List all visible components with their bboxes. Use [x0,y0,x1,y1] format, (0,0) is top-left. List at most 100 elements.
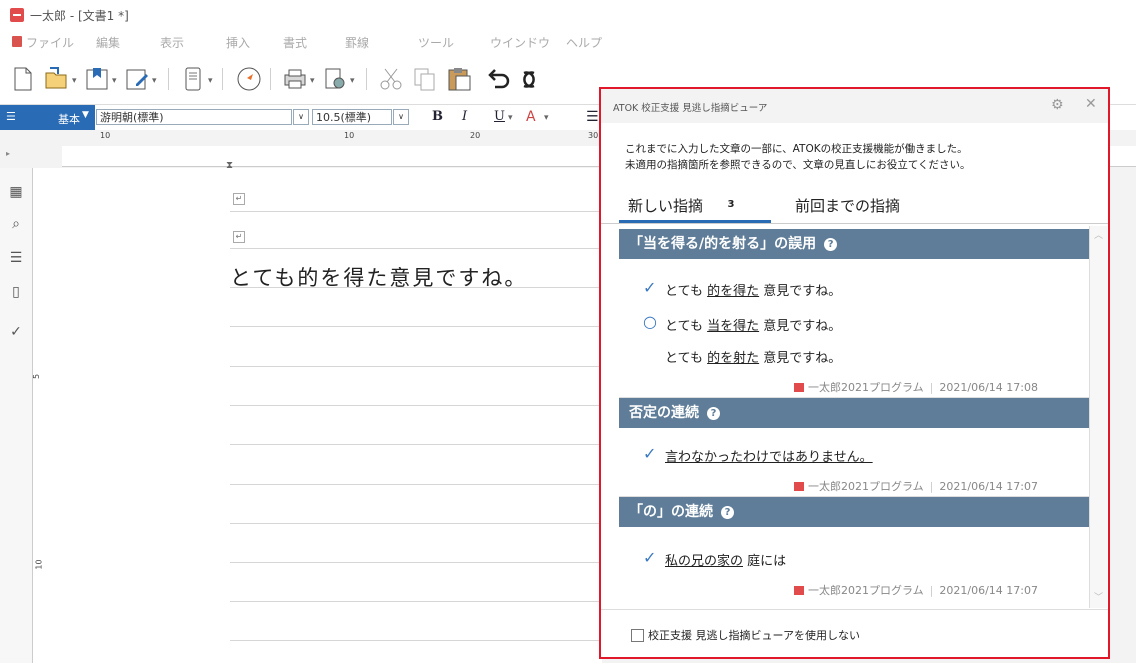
font-dropdown-button[interactable]: ∨ [293,109,309,125]
menu-format[interactable]: 書式 [283,34,307,51]
section-title: 否定の連続 [629,405,699,421]
print-settings-dropdown-icon[interactable]: ▾ [350,76,355,86]
menu-window[interactable]: ウインドウ [490,34,550,51]
open-folder-icon[interactable] [44,66,70,92]
disable-viewer-checkbox[interactable] [631,629,644,642]
help-icon[interactable]: ? [721,506,734,519]
paste-icon[interactable] [446,66,472,92]
tab-new-findings[interactable]: 新しい指摘 [628,195,703,216]
new-document-icon[interactable] [10,66,36,92]
menu-edit[interactable]: 編集 [96,34,120,51]
list-icon[interactable]: ☰ [8,250,24,266]
menu-insert[interactable]: 挿入 [226,34,250,51]
copy-icon[interactable] [412,66,438,92]
open-dropdown-icon[interactable]: ▾ [72,76,77,86]
text-line [230,562,602,563]
proofread-check-icon[interactable]: ✓ [8,324,24,340]
menu-tools[interactable]: ツール [418,34,454,51]
disable-viewer-label[interactable]: 校正支援 見逃し指摘ビューアを使用しない [648,627,860,643]
text-pre: とても [665,284,708,299]
clipboard-icon[interactable]: ▯ [8,284,24,300]
save-as-dropdown-icon[interactable]: ▾ [152,76,157,86]
text-pre: とても [665,351,708,366]
print-icon[interactable] [282,66,308,92]
chevron-down-icon: ∨ [398,112,404,121]
underline-button[interactable]: U [494,109,505,124]
page-view-dropdown-icon[interactable]: ▾ [208,76,213,86]
menu-ruled-line[interactable]: 罫線 [345,34,369,51]
grid-view-icon[interactable]: ▦ [8,184,24,200]
section-header[interactable]: 否定の連続? [619,398,1089,428]
style-selector[interactable]: ☰ 基本 ▼ [0,105,95,131]
document-text[interactable]: とても的を得た意見ですね。 [230,262,527,292]
finding-meta: 一太郎2021プログラム | 2021/06/14 17:08 [794,379,1038,395]
text-highlight: 当を得た [707,319,760,334]
menu-lines-icon: ☰ [6,110,16,123]
help-icon[interactable]: ? [707,407,720,420]
menu-help[interactable]: ヘルプ [566,34,602,51]
text-post: 意見ですね。 [759,284,842,299]
scroll-up-icon[interactable]: ︿ [1094,228,1103,241]
print-dropdown-icon[interactable]: ▾ [310,76,315,86]
underline-dropdown-icon[interactable]: ▾ [508,113,513,123]
search-icon[interactable]: ⌕ [8,216,24,232]
navigator-compass-icon[interactable] [236,66,262,92]
scroll-down-icon[interactable]: ﹀ [1094,590,1103,603]
ruler-arrow-icon[interactable]: ▸ [6,149,10,158]
save-dropdown-icon[interactable]: ▾ [112,76,117,86]
section-header[interactable]: 「の」の連続? [619,497,1089,527]
text-color-dropdown-icon[interactable]: ▾ [544,113,549,123]
print-settings-icon[interactable] [322,66,348,92]
section-header[interactable]: 「当を得る/的を射る」の誤用? [619,229,1089,259]
finding-source: 一太郎2021プログラム [808,480,924,493]
suggestion-original[interactable]: 私の兄の家の 庭には [665,550,786,569]
menu-file[interactable]: ファイル [26,34,74,51]
tab-previous-findings[interactable]: 前回までの指摘 [795,195,900,216]
bold-button[interactable]: B [432,109,443,124]
check-icon[interactable]: ✓ [643,548,656,567]
document-page[interactable] [62,168,602,663]
italic-button[interactable]: I [462,109,467,124]
text-post: 庭には [743,554,787,569]
font-size-dropdown-button[interactable]: ∨ [393,109,409,125]
check-icon[interactable]: ✓ [643,278,656,297]
help-icon[interactable]: ? [824,238,838,251]
close-icon[interactable]: ✕ [1085,96,1097,112]
description-line: これまでに入力した文章の一部に、ATOKの校正支援機能が働きました。 [625,143,968,155]
finding-meta: 一太郎2021プログラム | 2021/06/14 17:07 [794,582,1038,598]
redo-icon[interactable] [516,66,542,92]
gear-icon[interactable]: ⚙ [1051,97,1064,113]
count-badge: 3 [718,197,744,213]
text-line [230,405,602,406]
suggestion-original[interactable]: 言わなかったわけではありません。 [665,446,873,465]
ruler-mark: 10 [344,131,355,140]
save-icon[interactable] [84,66,110,92]
menu-view[interactable]: 表示 [160,34,184,51]
suggestion-candidate[interactable]: とても 的を射た 意見ですね。 [665,347,841,366]
check-icon[interactable]: ✓ [643,444,656,463]
panel-description: これまでに入力した文章の一部に、ATOKの校正支援機能が働きました。 未適用の指… [625,141,971,173]
toolbar-divider [222,68,223,90]
font-size-selector[interactable]: 10.5(標準) [312,109,392,125]
text-color-icon[interactable]: A [526,109,536,125]
left-sidebar: ▦ ⌕ ☰ ▯ ✓ [0,168,32,663]
text-line [230,211,602,212]
return-mark-icon: ↵ [233,193,245,205]
circle-icon[interactable]: ○ [643,312,657,331]
save-as-icon[interactable] [124,66,150,92]
text-line [230,484,602,485]
findings-scrollbar[interactable]: ︿ ﹀ [1089,226,1107,608]
suggestion-original[interactable]: とても 的を得た 意見ですね。 [665,280,841,299]
cut-icon[interactable] [378,66,404,92]
page-view-icon[interactable] [180,66,206,92]
document-icon[interactable] [12,36,22,47]
text-highlight: 的を射た [707,351,760,366]
description-line: 未適用の指摘箇所を参照できるので、文章の見直しにお役立てください。 [625,159,971,171]
toolbar-divider [168,68,169,90]
style-dropdown-icon[interactable]: ▼ [82,110,89,120]
align-icon[interactable]: ☰ [586,109,599,125]
suggestion-candidate[interactable]: とても 当を得た 意見ですね。 [665,315,841,334]
font-selector[interactable]: 游明朝(標準) [96,109,292,125]
text-post: 意見ですね。 [759,351,842,366]
undo-icon[interactable] [486,66,512,92]
